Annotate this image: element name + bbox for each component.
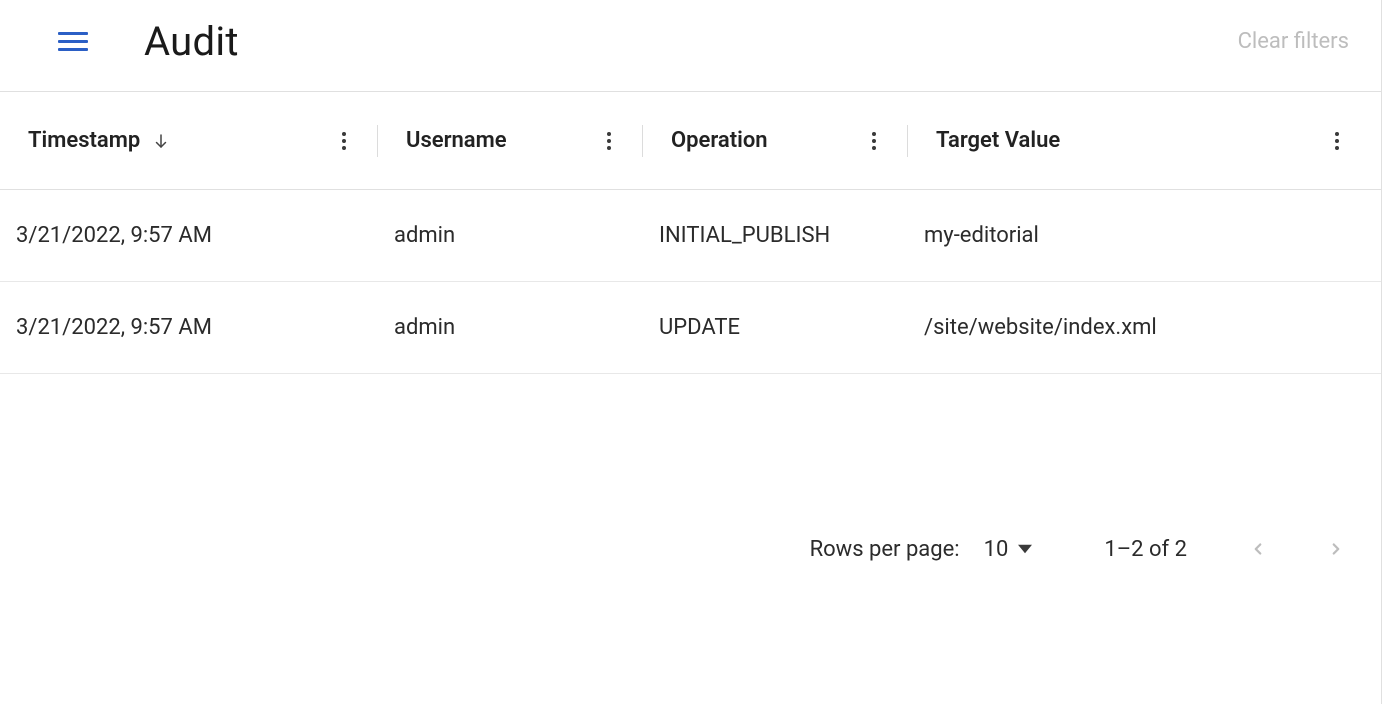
- col-menu-target[interactable]: [1329, 126, 1345, 156]
- col-header-target: Target Value: [908, 126, 1371, 156]
- cell-timestamp: 3/21/2022, 9:57 AM: [16, 223, 366, 248]
- col-header-username: Username: [378, 126, 643, 156]
- pagination: Rows per page: 10 1–2 of 2: [0, 534, 1381, 564]
- cell-username: admin: [366, 315, 631, 340]
- col-header-operation-label[interactable]: Operation: [671, 128, 768, 153]
- col-menu-timestamp[interactable]: [336, 126, 352, 156]
- cell-operation: INITIAL_PUBLISH: [631, 223, 896, 248]
- col-header-username-label[interactable]: Username: [406, 128, 507, 153]
- col-menu-operation[interactable]: [866, 126, 882, 156]
- col-header-target-label[interactable]: Target Value: [936, 128, 1060, 153]
- cell-timestamp: 3/21/2022, 9:57 AM: [16, 315, 366, 340]
- header-left: Audit: [58, 18, 239, 65]
- pagination-range: 1–2 of 2: [1104, 537, 1187, 562]
- clear-filters-button[interactable]: Clear filters: [1238, 29, 1349, 54]
- rows-per-page-value: 10: [984, 537, 1009, 562]
- next-page-button[interactable]: [1321, 534, 1351, 564]
- cell-operation: UPDATE: [631, 315, 896, 340]
- caret-down-icon: [1018, 542, 1032, 556]
- table-header: Timestamp Username Operation Target Val: [0, 92, 1381, 190]
- col-header-timestamp: Timestamp: [28, 126, 378, 156]
- col-menu-username[interactable]: [601, 126, 617, 156]
- page-title: Audit: [144, 18, 239, 65]
- rows-per-page-label: Rows per page:: [810, 537, 960, 562]
- rows-per-page-select[interactable]: 10: [984, 537, 1033, 562]
- header: Audit Clear filters: [0, 0, 1381, 92]
- cell-target: /site/website/index.xml: [896, 315, 1371, 340]
- prev-page-button[interactable]: [1243, 534, 1273, 564]
- table-row[interactable]: 3/21/2022, 9:57 AM admin INITIAL_PUBLISH…: [0, 190, 1381, 282]
- menu-icon[interactable]: [58, 32, 88, 51]
- cell-username: admin: [366, 223, 631, 248]
- sort-desc-icon[interactable]: [152, 132, 170, 150]
- col-header-timestamp-label[interactable]: Timestamp: [28, 128, 140, 153]
- table-row[interactable]: 3/21/2022, 9:57 AM admin UPDATE /site/we…: [0, 282, 1381, 374]
- col-header-operation: Operation: [643, 126, 908, 156]
- cell-target: my-editorial: [896, 223, 1371, 248]
